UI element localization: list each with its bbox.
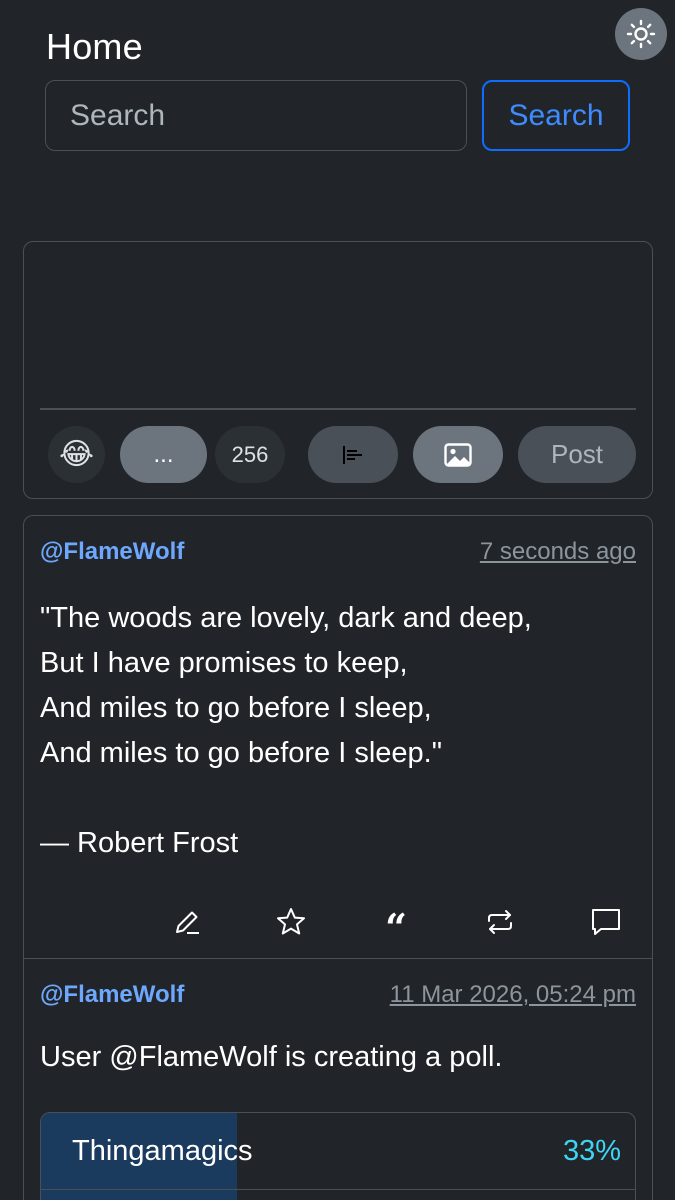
laughing-emoji-icon: 😂 <box>58 438 95 471</box>
post-body-line: But I have promises to keep, <box>40 647 408 679</box>
reply-icon <box>592 909 620 935</box>
reply-button[interactable] <box>588 904 624 940</box>
compose-box: 😂 ... 256 Post <box>23 241 653 499</box>
post-author-link[interactable]: @FlameWolf <box>40 981 184 1009</box>
post-author-link[interactable]: @FlameWolf <box>40 538 184 566</box>
page-title: Home <box>46 26 143 67</box>
repost-icon <box>488 910 512 934</box>
poll-option[interactable] <box>41 1189 635 1200</box>
poll-option-label: Thingamagics <box>72 1135 253 1167</box>
post-feed: @FlameWolf 7 seconds ago "The woods are … <box>23 515 653 1200</box>
image-icon <box>444 442 472 467</box>
post-card: @FlameWolf 11 Mar 2026, 05:24 pm User @F… <box>24 959 652 1200</box>
post-body: User @FlameWolf is creating a poll. <box>40 1035 636 1080</box>
sun-icon <box>626 19 656 49</box>
post-card: @FlameWolf 7 seconds ago "The woods are … <box>24 516 652 959</box>
post-timestamp-link[interactable]: 11 Mar 2026, 05:24 pm <box>390 981 636 1009</box>
char-count-badge: 256 <box>215 426 285 483</box>
quote-button[interactable]: “ <box>378 904 414 947</box>
more-button[interactable]: ... <box>120 426 207 483</box>
post-body-line: And miles to go before I sleep, <box>40 692 432 724</box>
poll-option[interactable]: Thingamagics 33% <box>41 1113 635 1189</box>
repost-button[interactable] <box>482 904 518 940</box>
poll-button[interactable] <box>308 426 398 483</box>
theme-toggle-button[interactable] <box>615 8 667 60</box>
poll-option-percent: 33% <box>562 1135 621 1167</box>
favourite-button[interactable] <box>273 904 309 940</box>
char-count: 256 <box>231 441 269 467</box>
post-timestamp-link[interactable]: 7 seconds ago <box>480 538 636 566</box>
post-body: "The woods are lovely, dark and deep, Bu… <box>40 596 636 866</box>
post-body-line <box>40 776 636 821</box>
post-button[interactable]: Post <box>518 426 636 483</box>
post-body-line: "The woods are lovely, dark and deep, <box>40 602 532 634</box>
edit-icon <box>176 911 199 934</box>
post-actions: “ <box>24 904 652 947</box>
more-label: ... <box>153 440 174 468</box>
poll: Thingamagics 33% <box>40 1112 636 1200</box>
quote-icon: “ <box>385 905 407 950</box>
search-input[interactable] <box>45 80 467 151</box>
poll-icon <box>343 445 362 464</box>
post-body-line: And miles to go before I sleep." <box>40 737 443 769</box>
image-button[interactable] <box>413 426 503 483</box>
star-icon <box>277 908 305 935</box>
post-label: Post <box>550 439 604 469</box>
emoji-button[interactable]: 😂 <box>48 426 105 483</box>
search-button[interactable]: Search <box>482 80 630 151</box>
compose-divider <box>40 408 636 410</box>
post-body-line: User @FlameWolf is creating a poll. <box>40 1041 503 1073</box>
post-body-line: — Robert Frost <box>40 827 239 859</box>
compose-textarea[interactable] <box>40 252 636 402</box>
poll-option-bar <box>41 1190 238 1200</box>
edit-button[interactable] <box>169 904 205 940</box>
